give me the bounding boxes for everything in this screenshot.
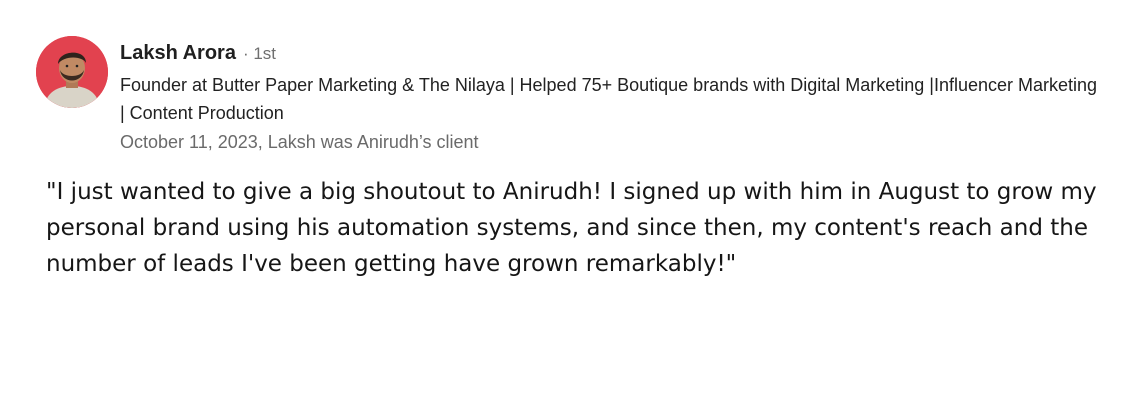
connection-degree: · 1st (242, 44, 277, 63)
recommendation-quote: "I just wanted to give a big shoutout to… (46, 179, 1097, 277)
author-name-line: Laksh Arora · 1st (120, 38, 1110, 68)
author-avatar[interactable] (36, 36, 108, 108)
recommendation-card: Laksh Arora · 1st Founder at Butter Pape… (0, 0, 1140, 400)
person-avatar-icon (36, 36, 108, 108)
author-name[interactable]: Laksh Arora (120, 38, 236, 68)
author-headline: Founder at Butter Paper Marketing & The … (120, 75, 1098, 123)
author-header: Laksh Arora · 1st Founder at Butter Pape… (120, 38, 1110, 155)
recommendation-meta: October 11, 2023, Laksh was Anirudh’s cl… (120, 132, 479, 152)
